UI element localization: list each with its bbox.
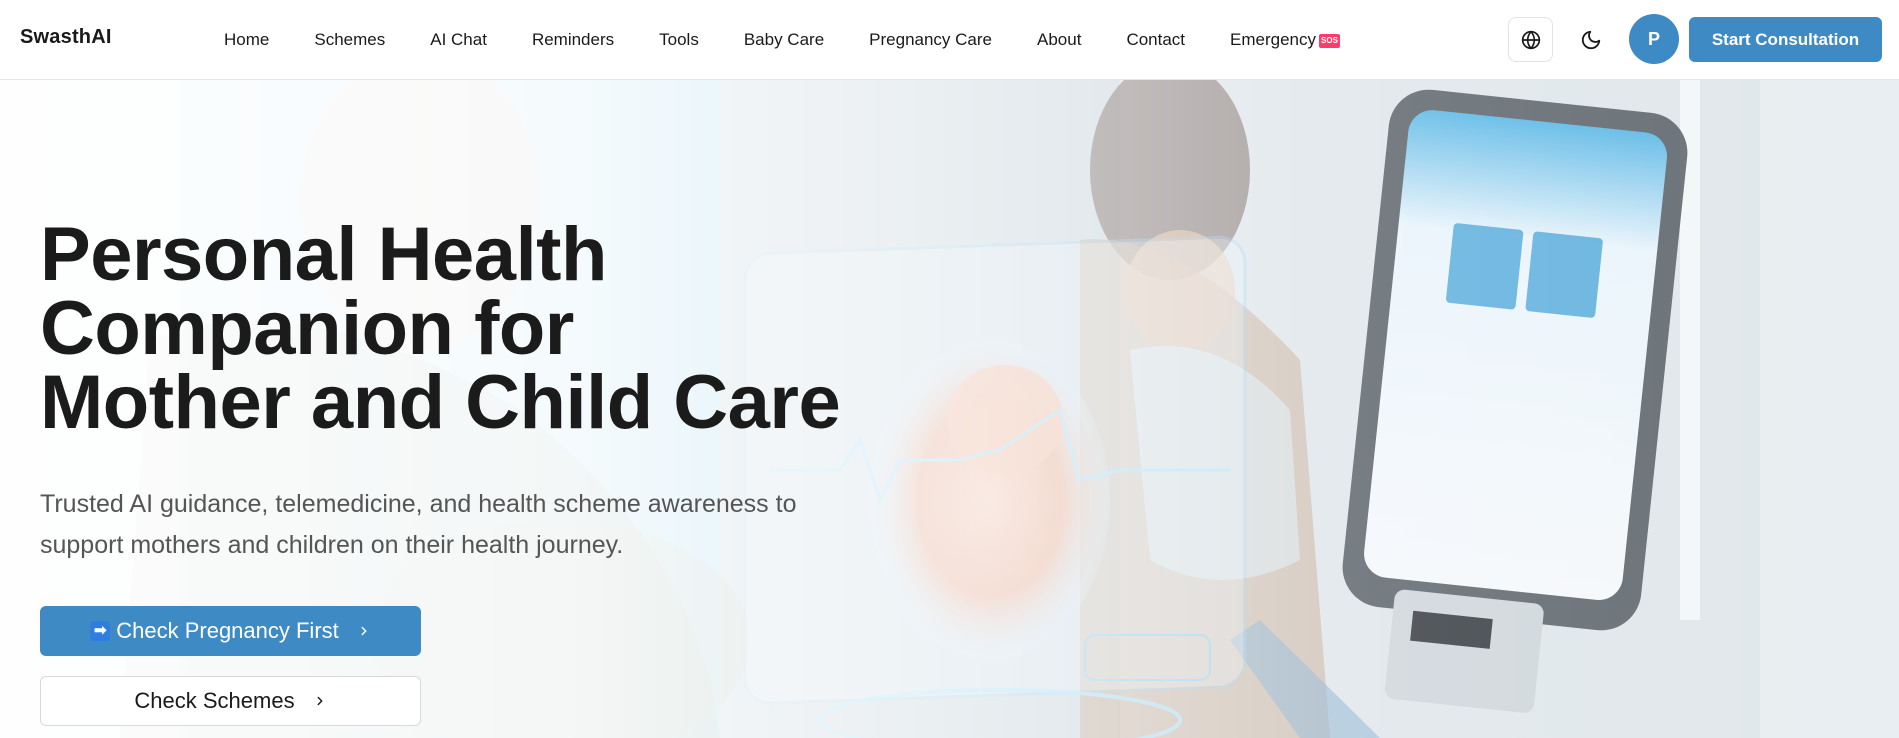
main-nav: Home Schemes AI Chat Reminders Tools Bab… xyxy=(224,0,1385,80)
nav-baby-care[interactable]: Baby Care xyxy=(744,30,824,50)
check-pregnancy-button[interactable]: ➡ Check Pregnancy First xyxy=(40,606,421,656)
nav-about[interactable]: About xyxy=(1037,30,1081,50)
nav-ai-chat[interactable]: AI Chat xyxy=(430,30,487,50)
chevron-right-icon xyxy=(357,624,371,638)
check-schemes-button[interactable]: Check Schemes xyxy=(40,676,421,726)
start-consultation-button[interactable]: Start Consultation xyxy=(1689,17,1882,62)
globe-icon xyxy=(1521,30,1540,49)
hero-title-line-1: Personal Health xyxy=(40,212,607,297)
nav-home[interactable]: Home xyxy=(224,30,269,50)
hero-title: Personal Health Companion for Mother and… xyxy=(40,217,940,441)
top-navbar: SwasthAI Home Schemes AI Chat Reminders … xyxy=(0,0,1899,80)
right-arrow-emoji-icon: ➡ xyxy=(90,621,111,641)
nav-pregnancy-care[interactable]: Pregnancy Care xyxy=(869,30,992,50)
theme-toggle-button[interactable] xyxy=(1568,17,1613,62)
nav-tools[interactable]: Tools xyxy=(659,30,699,50)
nav-reminders[interactable]: Reminders xyxy=(532,30,614,50)
moon-icon xyxy=(1581,30,1600,49)
hero-subtitle: Trusted AI guidance, telemedicine, and h… xyxy=(40,484,860,566)
hero-subtitle-line-2: support mothers and children on their he… xyxy=(40,531,624,559)
hero-title-line-2: Companion for xyxy=(40,286,574,371)
check-schemes-label: Check Schemes xyxy=(134,688,295,713)
check-pregnancy-label: Check Pregnancy First xyxy=(116,618,339,643)
user-avatar[interactable]: P xyxy=(1629,14,1679,64)
hero-section: Personal Health Companion for Mother and… xyxy=(0,80,1899,738)
brand-logo[interactable]: SwasthAI xyxy=(20,26,112,49)
language-button[interactable] xyxy=(1508,17,1553,62)
hero-title-line-3: Mother and Child Care xyxy=(40,360,841,445)
nav-contact[interactable]: Contact xyxy=(1126,30,1185,50)
nav-schemes[interactable]: Schemes xyxy=(314,30,385,50)
nav-emergency-label: Emergency xyxy=(1230,30,1317,49)
hero-subtitle-line-1: Trusted AI guidance, telemedicine, and h… xyxy=(40,490,797,518)
nav-emergency[interactable]: Emergency SOS xyxy=(1230,30,1340,50)
sos-badge: SOS xyxy=(1319,34,1340,48)
chevron-right-icon xyxy=(313,694,327,708)
